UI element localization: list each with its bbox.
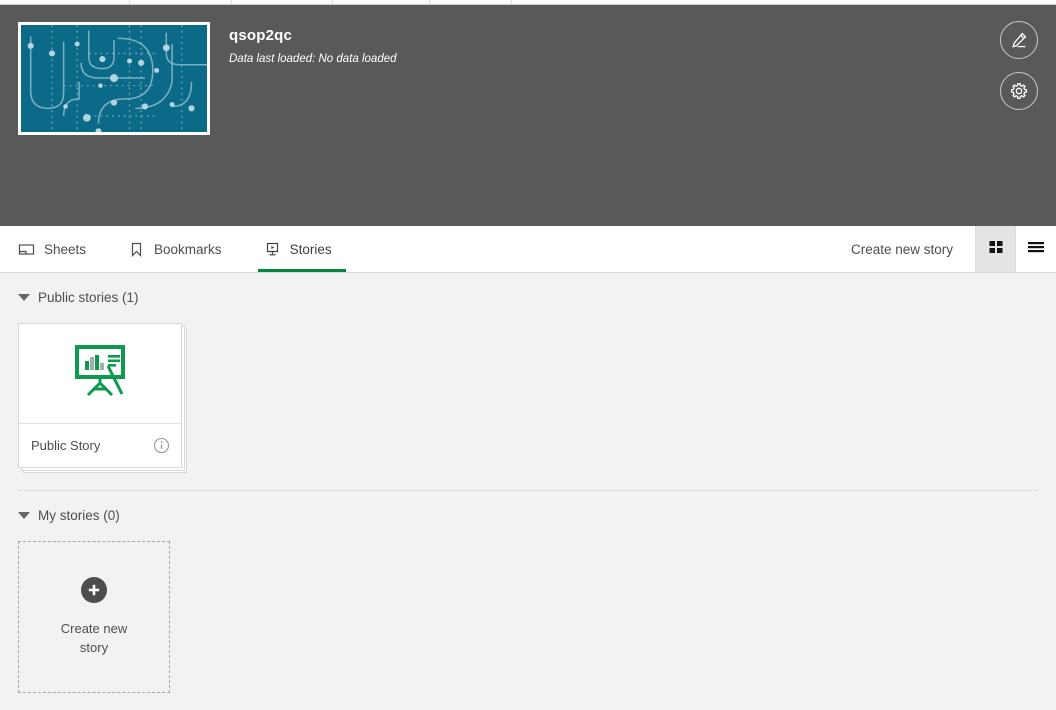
tab-bookmarks[interactable]: Bookmarks [128,226,242,272]
chevron-down-icon [18,294,30,301]
section-title: Public stories (1) [38,290,139,305]
chevron-down-icon [18,512,30,519]
app-thumbnail [18,22,210,135]
story-title: Public Story [31,438,101,453]
story-card-footer: Public Story [19,424,181,467]
tab-label: Stories [289,241,332,257]
section-header-my-stories[interactable]: My stories (0) [0,491,1056,523]
create-new-story-link[interactable]: Create new story [851,242,975,257]
presentation-easel-icon [72,344,128,403]
view-toggle-group [975,226,1056,272]
tabbar-actions: Create new story [851,226,1056,272]
section-title: My stories (0) [38,508,120,523]
story-card-wrapper: Public Story [18,323,187,473]
stories-content: Public stories (1) Public Story My stori… [0,273,1056,710]
tab-label: Sheets [44,241,87,257]
story-card[interactable]: Public Story [18,323,182,468]
app-overview-page: qsop2qc Data last loaded: No data loaded [0,0,1056,710]
create-new-story-label: Create new story [60,621,128,655]
toolbar-segment [130,0,232,4]
edit-app-button[interactable] [1000,21,1038,59]
create-new-story-card[interactable]: Create new story [18,541,170,693]
toolbar-segment [232,0,333,4]
tab-list: Sheets Bookmarks Stories [0,226,374,272]
tab-stories[interactable]: Stories [257,226,352,272]
bookmark-icon [128,241,145,258]
app-settings-button[interactable] [1000,72,1038,110]
story-thumbnail [19,324,181,424]
grid-view-icon [988,239,1004,260]
toolbar-segment [0,0,130,4]
toolbar-segment [333,0,430,4]
public-stories-grid: Public Story [0,305,1056,473]
plus-circle-icon [81,577,107,603]
edit-pencil-icon [1009,30,1029,50]
story-play-icon [264,241,281,258]
info-circle-icon[interactable] [153,437,170,454]
tab-label: Bookmarks [154,241,222,257]
grid-view-button[interactable] [976,226,1016,272]
app-last-loaded-status: Data last loaded: No data loaded [229,53,397,65]
sheet-icon [18,241,35,258]
toolbar-segment [430,0,512,4]
tab-sheets[interactable]: Sheets [18,226,106,272]
app-title: qsop2qc [229,27,293,44]
my-stories-grid: Create new story [0,523,1056,693]
app-header: qsop2qc Data last loaded: No data loaded [0,5,1056,226]
app-meta: qsop2qc Data last loaded: No data loaded [229,27,397,66]
app-object-tabbar: Sheets Bookmarks Stories Create new stor… [0,226,1056,273]
gear-icon [1009,81,1029,101]
section-header-public-stories[interactable]: Public stories (1) [0,273,1056,305]
list-view-icon [1027,239,1045,260]
list-view-button[interactable] [1016,226,1056,272]
